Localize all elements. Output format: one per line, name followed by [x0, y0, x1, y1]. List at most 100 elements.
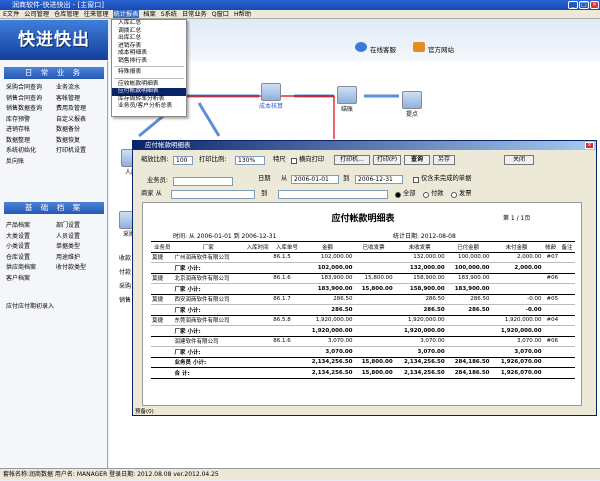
sidebar-item[interactable]: 大类设置 [4, 232, 54, 243]
merchant-to-label: 到 [261, 190, 268, 197]
table-cell: 284,186.50 [445, 357, 491, 368]
dialog-close-icon[interactable]: × [585, 142, 594, 149]
date-to-input[interactable]: 2006-12-31 [355, 175, 403, 184]
dropdown-menu-item[interactable]: 特殊报表 [112, 69, 186, 77]
table-cell: 3,070.00 [393, 336, 446, 347]
sidebar-item[interactable]: 小类设置 [4, 242, 54, 253]
unsettled-checkbox[interactable] [413, 177, 419, 183]
menu-archive[interactable]: 档案 [142, 10, 156, 18]
sidebar-item[interactable]: 销售合同查询 [4, 94, 54, 105]
menu-company[interactable]: 公司管理 [23, 10, 50, 18]
sidebar-item[interactable]: 打印机设置 [54, 146, 104, 157]
sales-link[interactable]: 销售 [119, 295, 131, 304]
menu-system[interactable]: S系统 [160, 10, 178, 18]
zoom-select[interactable]: 100 [173, 156, 193, 165]
minimize-button[interactable]: _ [568, 1, 578, 9]
sidebar-item[interactable]: 反向账 [4, 157, 54, 168]
dropdown-menu-item[interactable]: 销售排行表 [112, 58, 186, 66]
sidebar-item[interactable]: 产品档案 [4, 221, 54, 232]
dialog-close-button[interactable]: 关闭 [504, 155, 534, 165]
dropdown-menu-item[interactable]: 进销存表 [112, 43, 186, 51]
date-from-input[interactable]: 2006-01-01 [291, 175, 339, 184]
table-cell [542, 346, 560, 358]
sidebar-item[interactable]: 客户档案 [4, 274, 54, 285]
table-cell [151, 283, 174, 295]
sidebar-item[interactable]: 单据类型 [54, 242, 104, 253]
dropdown-menu-item[interactable]: 应付帐款明细表 [112, 88, 186, 96]
date-to-label: 到 [343, 175, 350, 182]
print-scale-input[interactable]: 130% [235, 156, 265, 165]
table-cell [559, 367, 575, 379]
sidebar-item[interactable]: 费用及管理 [54, 104, 104, 115]
sidebar-item[interactable]: 库存预警 [4, 115, 54, 126]
save-as-button[interactable]: 另存 [433, 155, 455, 165]
online-support-link[interactable]: 在线客服 [370, 44, 396, 54]
table-cell: 286.50 [393, 304, 446, 316]
dropdown-menu-item[interactable]: 应收帐款明细表 [112, 81, 186, 89]
print-button[interactable]: 打印(P) [373, 155, 401, 165]
table-cell [272, 304, 302, 316]
radio-all[interactable] [395, 192, 401, 198]
menu-reports[interactable]: 统计报表 [112, 10, 140, 18]
settle-node[interactable]: 结账 [337, 86, 357, 113]
sidebar-item[interactable]: 仓库设置 [4, 253, 54, 264]
merchant-from-select[interactable] [171, 190, 255, 199]
table-cell: #06 [542, 336, 560, 347]
table-cell: 东莞润商软件有限公司 [173, 315, 243, 326]
payment-link[interactable]: 付款 [119, 267, 131, 276]
printer-button[interactable]: 打印机... [334, 155, 370, 165]
menu-file[interactable]: E文件 [2, 10, 20, 18]
purchase-link[interactable]: 采购 [119, 281, 131, 290]
maximize-button[interactable]: □ [579, 1, 589, 9]
dropdown-menu-item[interactable]: 业务员/客户分析总表 [112, 103, 186, 111]
sidebar-item[interactable]: 供应商档案 [4, 263, 54, 274]
sidebar-item[interactable]: 数据整理 [4, 136, 54, 147]
sidebar-item[interactable]: 部门设置 [54, 221, 104, 232]
receipt-link[interactable]: 收款 [119, 253, 131, 262]
sidebar-item[interactable]: 数据恢复 [54, 136, 104, 147]
table-cell: 润建软件有限公司 [173, 336, 243, 347]
sidebar-item[interactable]: 采购合同查询 [4, 83, 54, 94]
sidebar-item[interactable]: 销售数据查询 [4, 104, 54, 115]
official-website-link[interactable]: 官方网站 [428, 44, 454, 54]
dropdown-menu-item[interactable]: 库存周转率分析表 [112, 96, 186, 104]
dropdown-menu-item[interactable]: 出库汇总 [112, 35, 186, 43]
sidebar-item[interactable]: 进销存帐 [4, 125, 54, 136]
table-cell [353, 336, 394, 347]
sidebar-item[interactable]: 业务流水 [54, 83, 104, 94]
sidebar-item[interactable]: 收付款类型 [54, 263, 104, 274]
merchant-to-select[interactable] [278, 190, 388, 199]
sidebar-item[interactable]: 客帐管理 [54, 94, 104, 105]
query-button[interactable]: 查询 [404, 155, 430, 165]
dialog-titlebar: 应付帐款明细表 × [133, 141, 596, 150]
radio-payment[interactable] [423, 192, 429, 198]
table-cell: 莫捷 [151, 273, 174, 284]
table-cell: 1,926,070.00 [490, 357, 543, 368]
menu-window[interactable]: Q窗口 [211, 10, 230, 18]
menu-help[interactable]: H帮助 [233, 10, 252, 18]
dropdown-menu-item[interactable]: 成本明细表 [112, 50, 186, 58]
dropdown-menu-item[interactable]: 入库汇总 [112, 20, 186, 28]
menu-daily[interactable]: 日常业务 [181, 10, 208, 18]
close-window-button[interactable]: × [590, 1, 599, 9]
h-print-checkbox[interactable] [291, 158, 297, 164]
sidebar-item[interactable]: 系统初始化 [4, 146, 54, 157]
sidebar-item[interactable]: 数据备份 [54, 125, 104, 136]
points-node[interactable]: 提点 [402, 91, 422, 118]
sidebar-item[interactable] [54, 274, 104, 285]
report-preview: 应付帐款明细表 第 1 / 1页 时间: 从 2006-01-01 到 2006… [142, 202, 582, 406]
radio-invoice[interactable] [451, 192, 457, 198]
sidebar-item[interactable]: 人员设置 [54, 232, 104, 243]
sidebar-item[interactable] [54, 157, 104, 168]
cost-accounting-node[interactable]: 成本核算 [259, 83, 283, 110]
table-cell: 厂家 小计: [173, 262, 243, 274]
sidebar-item[interactable]: 自定义报表 [54, 115, 104, 126]
dropdown-menu-item[interactable]: 调拨汇总 [112, 28, 186, 36]
sidebar-item[interactable]: 用途维护 [54, 253, 104, 264]
table-cell: 厂家 小计: [173, 283, 243, 295]
salesman-select[interactable] [173, 177, 233, 186]
menu-warehouse[interactable]: 仓库管理 [53, 10, 80, 18]
opening-balance-link[interactable]: 应付应付期初录入 [6, 301, 54, 310]
table-cell [272, 357, 302, 368]
menu-accounts[interactable]: 往来管理 [83, 10, 110, 18]
